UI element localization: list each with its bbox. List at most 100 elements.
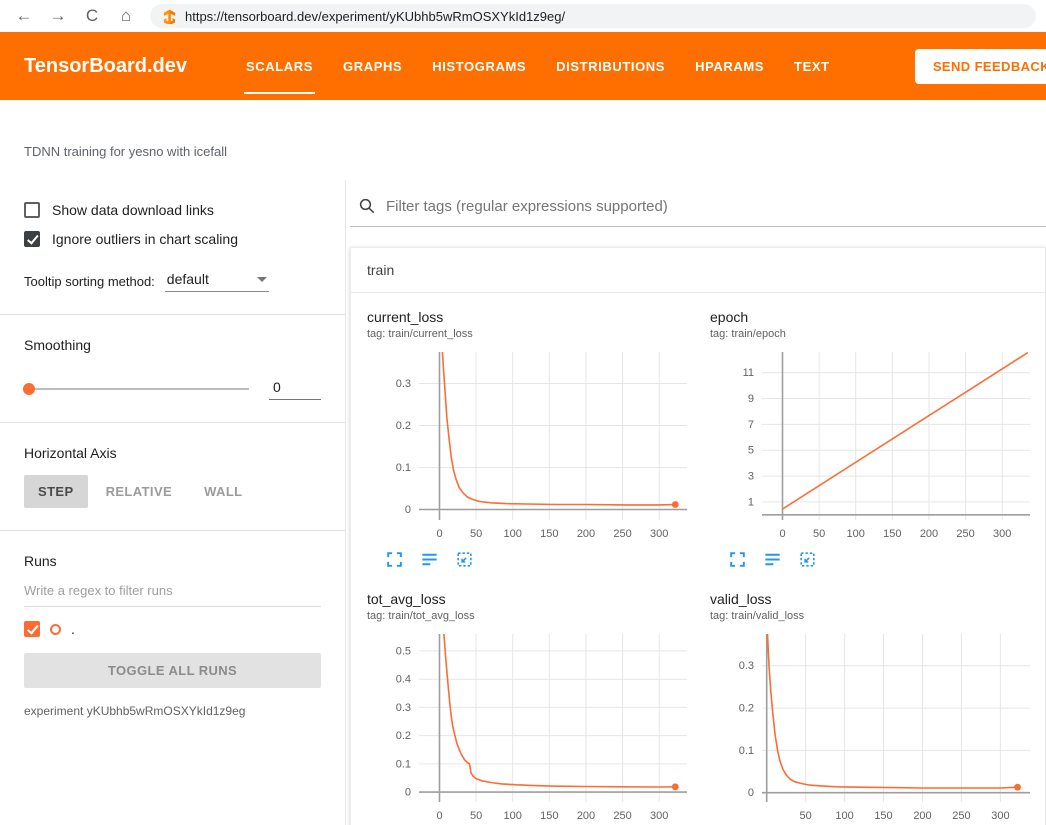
ignore-outliers-row[interactable]: Ignore outliers in chart scaling bbox=[24, 231, 321, 247]
chart-tag: tag: train/epoch bbox=[710, 328, 1046, 340]
chart-toolbar bbox=[710, 546, 1046, 577]
svg-text:150: 150 bbox=[874, 810, 892, 822]
browser-toolbar: ← → C ⌂ https://tensorboard.dev/experime… bbox=[0, 0, 1046, 32]
runs-label: Runs bbox=[24, 553, 321, 569]
smoothing-value-input[interactable]: 0 bbox=[269, 377, 321, 400]
chart-current-loss: current_loss tag: train/current_loss 050… bbox=[367, 309, 704, 577]
svg-text:300: 300 bbox=[993, 528, 1011, 540]
run-name-label: . bbox=[71, 621, 75, 637]
show-download-links-row[interactable]: Show data download links bbox=[24, 202, 321, 218]
back-icon[interactable]: ← bbox=[10, 2, 38, 30]
svg-text:50: 50 bbox=[470, 810, 482, 822]
smoothing-slider[interactable] bbox=[24, 388, 249, 390]
url-text: https://tensorboard.dev/experiment/yKUbh… bbox=[185, 9, 565, 24]
svg-text:300: 300 bbox=[650, 528, 668, 540]
home-icon[interactable]: ⌂ bbox=[112, 2, 140, 30]
fit-domain-icon[interactable] bbox=[455, 550, 474, 569]
chart-title: valid_loss bbox=[710, 591, 1046, 607]
svg-text:150: 150 bbox=[540, 528, 558, 540]
axis-relative-button[interactable]: RELATIVE bbox=[92, 475, 187, 508]
ignore-outliers-label: Ignore outliers in chart scaling bbox=[52, 231, 238, 247]
svg-text:100: 100 bbox=[504, 528, 522, 540]
smoothing-slider-thumb[interactable] bbox=[23, 383, 35, 395]
chart-valid-loss: valid_loss tag: train/valid_loss 5010015… bbox=[710, 591, 1046, 825]
expand-chart-icon[interactable] bbox=[728, 550, 747, 569]
runs-selector-icon[interactable] bbox=[420, 550, 439, 569]
scalar-chart-plot[interactable]: 05010015020025030000.10.20.3 bbox=[367, 346, 697, 546]
scalars-dashboard: train current_loss tag: train/current_lo… bbox=[346, 180, 1046, 825]
svg-text:100: 100 bbox=[835, 810, 853, 822]
chart-toolbar bbox=[367, 546, 704, 577]
horizontal-axis-label: Horizontal Axis bbox=[24, 445, 321, 461]
svg-text:200: 200 bbox=[577, 810, 595, 822]
svg-text:0.2: 0.2 bbox=[396, 420, 411, 432]
svg-text:50: 50 bbox=[799, 810, 811, 822]
run-color-swatch bbox=[50, 624, 61, 635]
run-checkbox[interactable] bbox=[24, 621, 40, 637]
svg-text:0.4: 0.4 bbox=[396, 674, 411, 686]
scalar-chart-plot[interactable]: 5010015020025030000.10.20.3 bbox=[710, 628, 1040, 825]
experiment-id-caption: experiment yKUbhb5wRmOSXYkId1z9eg bbox=[24, 704, 321, 718]
svg-text:7: 7 bbox=[748, 419, 754, 431]
tab-scalars[interactable]: SCALARS bbox=[231, 32, 328, 100]
show-download-links-checkbox[interactable] bbox=[24, 202, 40, 218]
tab-distributions[interactable]: DISTRIBUTIONS bbox=[541, 32, 680, 100]
experiment-strip: TDNN training for yesno with icefall bbox=[0, 100, 1046, 180]
brand-title: TensorBoard.dev bbox=[24, 55, 187, 78]
scalar-chart-plot[interactable]: 0501001502002503001357911 bbox=[710, 346, 1040, 546]
svg-text:0.2: 0.2 bbox=[396, 730, 411, 742]
show-download-links-label: Show data download links bbox=[52, 202, 214, 218]
axis-wall-button[interactable]: WALL bbox=[190, 475, 256, 508]
fit-domain-icon[interactable] bbox=[798, 550, 817, 569]
svg-text:0: 0 bbox=[779, 528, 785, 540]
svg-text:0: 0 bbox=[748, 787, 754, 799]
svg-text:3: 3 bbox=[748, 471, 754, 483]
svg-text:200: 200 bbox=[920, 528, 938, 540]
reload-icon[interactable]: C bbox=[78, 2, 106, 30]
chart-tot-avg-loss: tot_avg_loss tag: train/tot_avg_loss 050… bbox=[367, 591, 704, 825]
svg-text:250: 250 bbox=[613, 528, 631, 540]
svg-text:250: 250 bbox=[952, 810, 970, 822]
toggle-all-runs-button[interactable]: TOGGLE ALL RUNS bbox=[24, 653, 321, 688]
svg-text:0.5: 0.5 bbox=[396, 645, 411, 657]
smoothing-section: Smoothing 0 bbox=[0, 314, 345, 422]
chevron-down-icon bbox=[257, 277, 267, 282]
charts-grid: current_loss tag: train/current_loss 050… bbox=[351, 293, 1045, 825]
svg-text:100: 100 bbox=[847, 528, 865, 540]
svg-text:0: 0 bbox=[436, 810, 442, 822]
tab-graphs[interactable]: GRAPHS bbox=[328, 32, 417, 100]
tab-histograms[interactable]: HISTOGRAMS bbox=[417, 32, 541, 100]
general-settings-section: Show data download links Ignore outliers… bbox=[0, 180, 345, 314]
svg-text:0.1: 0.1 bbox=[396, 758, 411, 770]
axis-step-button[interactable]: STEP bbox=[24, 475, 88, 508]
svg-text:0: 0 bbox=[436, 528, 442, 540]
svg-text:0.3: 0.3 bbox=[739, 660, 754, 672]
svg-text:0: 0 bbox=[405, 787, 411, 799]
tooltip-sorting-label: Tooltip sorting method: bbox=[24, 274, 155, 292]
tab-hparams[interactable]: HPARAMS bbox=[680, 32, 779, 100]
svg-text:0.3: 0.3 bbox=[396, 378, 411, 390]
address-bar[interactable]: https://tensorboard.dev/experiment/yKUbh… bbox=[150, 4, 1036, 28]
svg-text:250: 250 bbox=[956, 528, 974, 540]
runs-filter-input[interactable] bbox=[24, 573, 321, 607]
chart-title: current_loss bbox=[367, 309, 704, 325]
tab-text[interactable]: TEXT bbox=[779, 32, 845, 100]
chart-epoch: epoch tag: train/epoch 05010015020025030… bbox=[710, 309, 1046, 577]
scalar-chart-plot[interactable]: 05010015020025030000.10.20.30.40.5 bbox=[367, 628, 697, 825]
svg-text:50: 50 bbox=[813, 528, 825, 540]
svg-text:300: 300 bbox=[650, 810, 668, 822]
tooltip-sorting-select[interactable]: default bbox=[165, 269, 269, 292]
train-section-header[interactable]: train bbox=[351, 248, 1045, 293]
send-feedback-button[interactable]: SEND FEEDBACK bbox=[915, 49, 1046, 84]
expand-chart-icon[interactable] bbox=[385, 550, 404, 569]
forward-icon[interactable]: → bbox=[44, 2, 72, 30]
svg-text:250: 250 bbox=[613, 810, 631, 822]
svg-text:0.3: 0.3 bbox=[396, 702, 411, 714]
svg-text:200: 200 bbox=[913, 810, 931, 822]
tag-filter-input[interactable] bbox=[386, 198, 1046, 215]
ignore-outliers-checkbox[interactable] bbox=[24, 231, 40, 247]
svg-text:150: 150 bbox=[883, 528, 901, 540]
app-header: TensorBoard.dev SCALARS GRAPHS HISTOGRAM… bbox=[0, 32, 1046, 100]
runs-selector-icon[interactable] bbox=[763, 550, 782, 569]
run-list-item[interactable]: . bbox=[24, 621, 321, 637]
